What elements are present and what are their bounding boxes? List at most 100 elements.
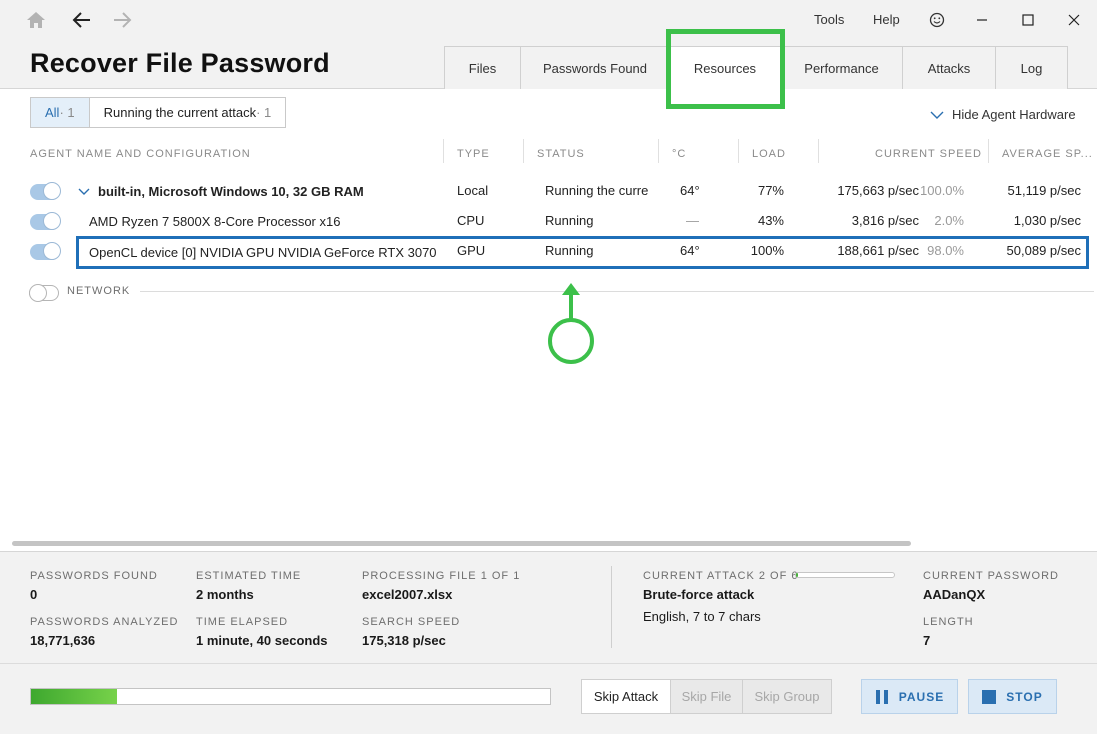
pause-button[interactable]: PAUSE <box>861 679 958 714</box>
col-header-type[interactable]: TYPE <box>457 148 490 160</box>
column-divider[interactable] <box>658 139 659 163</box>
agent-average-speed: 51,119 p/sec <box>1007 183 1081 198</box>
skip-group-button[interactable]: Skip Group <box>742 679 832 714</box>
maximize-icon[interactable] <box>1016 8 1040 32</box>
title-bar: Tools Help Recover File Password Files P… <box>0 0 1097 90</box>
menu-tools[interactable]: Tools <box>814 12 844 27</box>
annotation-arrow-head <box>562 283 580 295</box>
time-elapsed-label: TIME ELAPSED <box>196 616 289 628</box>
column-divider[interactable] <box>443 139 444 163</box>
resources-tab-highlight <box>666 29 785 109</box>
device-status: Running <box>545 213 594 228</box>
network-label: NETWORK <box>67 285 131 297</box>
pause-icon <box>875 689 888 704</box>
filter-running-button[interactable]: Running the current attack · 1 <box>89 98 286 127</box>
device-current-speed: 3,816 p/sec <box>851 213 919 228</box>
agent-type: Local <box>457 183 489 198</box>
stop-button[interactable]: STOP <box>968 679 1057 714</box>
stop-label: STOP <box>1006 689 1043 704</box>
gpu-row-highlight <box>76 236 1089 269</box>
chevron-down-icon <box>930 111 944 119</box>
status-divider <box>611 566 612 648</box>
device-temperature: — <box>686 213 699 228</box>
attack-progress-bar <box>795 572 895 578</box>
attack-detail: English, 7 to 7 chars <box>643 609 761 624</box>
feedback-smiley-icon[interactable] <box>925 8 949 32</box>
expand-chevron-icon[interactable] <box>78 188 90 196</box>
agent-filter-group: All · 1 Running the current attack · 1 <box>30 97 287 128</box>
column-divider[interactable] <box>988 139 989 163</box>
hide-agent-hardware-label: Hide Agent Hardware <box>952 107 1076 122</box>
col-header-status[interactable]: STATUS <box>537 148 585 160</box>
current-password-value: AADanQX <box>923 587 986 602</box>
pause-label: PAUSE <box>898 689 945 704</box>
forward-arrow-icon[interactable] <box>110 8 134 32</box>
overall-progress-bar <box>30 688 551 705</box>
overall-progress-fill <box>31 689 117 704</box>
close-icon[interactable] <box>1062 8 1086 32</box>
current-attack-label: CURRENT ATTACK 2 OF 6 <box>643 570 799 582</box>
toggle-knob <box>43 242 61 260</box>
page-title: Recover File Password <box>30 48 330 78</box>
passwords-found-value: 0 <box>30 587 38 602</box>
toggle-knob <box>43 212 61 230</box>
network-divider <box>140 291 1094 292</box>
col-header-load[interactable]: LOAD <box>752 148 786 160</box>
passwords-found-label: PASSWORDS FOUND <box>30 570 158 582</box>
filter-all-count: · 1 <box>59 105 75 120</box>
minimize-icon[interactable] <box>970 8 994 32</box>
current-password-label: CURRENT PASSWORD <box>923 570 1059 582</box>
agent-load: 77% <box>757 183 784 198</box>
agent-speed-share: 100.0% <box>920 183 965 198</box>
horizontal-scrollbar[interactable] <box>12 541 911 546</box>
col-header-temperature[interactable]: °C <box>672 148 686 160</box>
home-icon[interactable] <box>24 8 48 32</box>
column-divider[interactable] <box>818 139 819 163</box>
attack-progress-fill <box>796 573 798 577</box>
column-divider[interactable] <box>738 139 739 163</box>
length-label: LENGTH <box>923 616 974 628</box>
current-attack-value: Brute-force attack <box>643 587 755 602</box>
search-speed-label: SEARCH SPEED <box>362 616 461 628</box>
annotation-arrow <box>569 293 573 321</box>
passwords-analyzed-label: PASSWORDS ANALYZED <box>30 616 179 628</box>
col-header-current-speed[interactable]: CURRENT SPEED <box>875 148 982 160</box>
tab-files[interactable]: Files <box>444 46 521 89</box>
agent-name: built-in, Microsoft Windows 10, 32 GB RA… <box>98 184 364 199</box>
col-header-average-speed[interactable]: AVERAGE SP... <box>1002 148 1094 160</box>
processing-file-value: excel2007.xlsx <box>362 587 453 602</box>
menu-help[interactable]: Help <box>873 12 900 27</box>
length-value: 7 <box>923 633 931 648</box>
agent-enable-toggle[interactable] <box>30 182 61 200</box>
skip-file-button[interactable]: Skip File <box>670 679 743 714</box>
tab-performance[interactable]: Performance <box>780 46 903 89</box>
gpu-enable-toggle[interactable] <box>30 242 61 260</box>
time-elapsed-value: 1 minute, 40 seconds <box>196 633 328 648</box>
estimated-time-label: ESTIMATED TIME <box>196 570 302 582</box>
status-panel <box>0 551 1097 663</box>
column-divider[interactable] <box>523 139 524 163</box>
estimated-time-value: 2 months <box>196 587 254 602</box>
agent-status: Running the curre <box>545 183 648 198</box>
device-type: CPU <box>457 213 485 228</box>
agent-temperature: 64° <box>680 183 700 198</box>
filter-running-count: · 1 <box>256 105 272 120</box>
skip-attack-button[interactable]: Skip Attack <box>581 679 671 714</box>
tab-passwords-found[interactable]: Passwords Found <box>520 46 670 89</box>
tab-log[interactable]: Log <box>995 46 1068 89</box>
filter-all-button[interactable]: All · 1 <box>31 98 90 127</box>
network-toggle[interactable] <box>29 284 59 302</box>
tab-attacks[interactable]: Attacks <box>902 46 996 89</box>
device-speed-share: 2.0% <box>934 213 964 228</box>
search-speed-value: 175,318 p/sec <box>362 633 446 648</box>
device-load: 43% <box>757 213 784 228</box>
annotation-circle <box>548 318 594 364</box>
hide-agent-hardware-button[interactable]: Hide Agent Hardware <box>930 107 1076 122</box>
cpu-enable-toggle[interactable] <box>30 212 61 230</box>
processing-file-label: PROCESSING FILE 1 OF 1 <box>362 570 521 582</box>
passwords-analyzed-value: 18,771,636 <box>30 633 96 648</box>
col-header-agent-name[interactable]: AGENT NAME AND CONFIGURATION <box>30 148 251 160</box>
filter-all-label: All <box>45 105 60 120</box>
device-average-speed: 1,030 p/sec <box>1013 213 1081 228</box>
back-arrow-icon[interactable] <box>70 8 94 32</box>
